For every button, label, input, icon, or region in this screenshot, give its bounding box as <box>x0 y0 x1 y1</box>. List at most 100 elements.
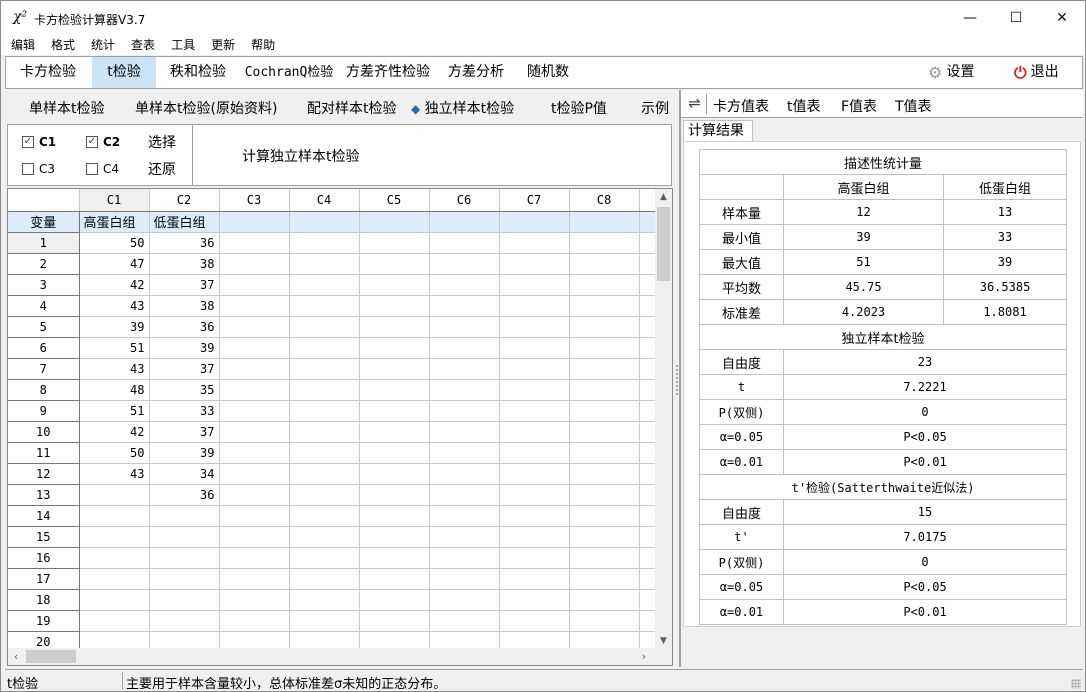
resize-grip-icon[interactable] <box>1071 679 1081 689</box>
data-cell-c7[interactable] <box>499 463 570 485</box>
menu-format[interactable]: 格式 <box>41 35 81 55</box>
data-cell-c2[interactable] <box>149 526 220 548</box>
variable-name-cell[interactable] <box>569 211 640 233</box>
menu-tools[interactable]: 工具 <box>161 35 201 55</box>
subtab-independent-t[interactable]: ◆ 独立样本t检验 <box>411 98 514 118</box>
data-cell-c6[interactable] <box>429 421 500 443</box>
data-cell-c1[interactable]: 50 <box>79 442 150 464</box>
column-header-c3[interactable]: C3 <box>219 189 290 212</box>
data-cell-c2[interactable] <box>149 568 220 590</box>
menu-lookup-table[interactable]: 查表 <box>121 35 161 55</box>
row-header[interactable]: 10 <box>8 421 80 443</box>
data-cell-c7[interactable] <box>499 442 570 464</box>
subtab-t-p-value[interactable]: t检验P值 <box>551 98 607 118</box>
data-cell-c1[interactable]: 47 <box>79 253 150 275</box>
data-cell-c8[interactable] <box>569 526 640 548</box>
data-cell-c3[interactable] <box>219 610 290 632</box>
data-cell-c3[interactable] <box>219 484 290 506</box>
data-cell-c6[interactable] <box>429 547 500 569</box>
data-cell-c6[interactable] <box>429 568 500 590</box>
tab-cochran-q[interactable]: CochranQ检验 <box>240 57 338 88</box>
data-cell-c3[interactable] <box>219 547 290 569</box>
scroll-right-icon[interactable]: › <box>636 648 652 665</box>
data-cell-c4[interactable] <box>289 295 360 317</box>
data-cell-c7[interactable] <box>499 295 570 317</box>
data-cell-c7[interactable] <box>499 274 570 296</box>
settings-button[interactable]: ⚙ 设置 <box>928 57 974 88</box>
data-cell-c4[interactable] <box>289 379 360 401</box>
data-cell-c6[interactable] <box>429 484 500 506</box>
scroll-left-icon[interactable]: ‹ <box>8 648 24 665</box>
data-cell-c8[interactable] <box>569 421 640 443</box>
data-cell-c2[interactable]: 33 <box>149 400 220 422</box>
data-cell-c4[interactable] <box>289 442 360 464</box>
data-cell-c2[interactable]: 36 <box>149 232 220 254</box>
data-cell-c2[interactable] <box>149 547 220 569</box>
column-header-c7[interactable]: C7 <box>499 189 570 212</box>
column-header-c2[interactable]: C2 <box>149 189 220 212</box>
data-cell-c7[interactable] <box>499 568 570 590</box>
data-cell-c5[interactable] <box>359 505 430 527</box>
tab-f-table[interactable]: F值表 <box>841 96 877 116</box>
column-header-c8[interactable]: C8 <box>569 189 640 212</box>
data-cell-c3[interactable] <box>219 358 290 380</box>
horizontal-scrollbar[interactable]: ‹ › <box>8 648 672 665</box>
data-cell-c3[interactable] <box>219 295 290 317</box>
data-cell-c1[interactable]: 43 <box>79 295 150 317</box>
data-cell-c6[interactable] <box>429 463 500 485</box>
data-cell-c6[interactable] <box>429 442 500 464</box>
data-cell-c6[interactable] <box>429 337 500 359</box>
row-header[interactable]: 5 <box>8 316 80 338</box>
data-cell-c3[interactable] <box>219 568 290 590</box>
data-cell-c1[interactable]: 51 <box>79 400 150 422</box>
data-cell-c7[interactable] <box>499 589 570 611</box>
data-cell-c7[interactable] <box>499 421 570 443</box>
checkbox-c3[interactable]: C3 <box>22 162 55 176</box>
data-cell-c5[interactable] <box>359 253 430 275</box>
data-cell-c8[interactable] <box>569 568 640 590</box>
subtab-paired-t[interactable]: 配对样本t检验 <box>307 98 397 118</box>
tab-t-table[interactable]: t值表 <box>787 96 821 116</box>
row-header[interactable]: 8 <box>8 379 80 401</box>
column-header-c4[interactable]: C4 <box>289 189 360 212</box>
subtab-one-sample-t[interactable]: 单样本t检验 <box>29 98 105 118</box>
row-header[interactable]: 7 <box>8 358 80 380</box>
data-cell-c1[interactable] <box>79 547 150 569</box>
data-cell-c3[interactable] <box>219 253 290 275</box>
tab-homogeneity-of-variance[interactable]: 方差齐性检验 <box>342 57 434 88</box>
data-cell-c1[interactable]: 43 <box>79 358 150 380</box>
data-cell-c2[interactable]: 38 <box>149 253 220 275</box>
data-cell-c5[interactable] <box>359 379 430 401</box>
data-cell-c4[interactable] <box>289 358 360 380</box>
data-cell-c2[interactable]: 37 <box>149 421 220 443</box>
data-cell-c7[interactable] <box>499 358 570 380</box>
scroll-up-icon[interactable]: ▲ <box>655 189 672 205</box>
variable-name-cell[interactable] <box>359 211 430 233</box>
checkbox-c2[interactable]: ✓ C2 <box>86 135 120 149</box>
column-header-c6[interactable]: C6 <box>429 189 500 212</box>
data-cell-c5[interactable] <box>359 589 430 611</box>
row-header[interactable]: 19 <box>8 610 80 632</box>
data-cell-c5[interactable] <box>359 295 430 317</box>
calculate-independent-t-button[interactable]: 计算独立样本t检验 <box>242 146 360 166</box>
data-cell-c2[interactable]: 36 <box>149 484 220 506</box>
data-cell-c6[interactable] <box>429 232 500 254</box>
data-cell-c3[interactable] <box>219 421 290 443</box>
variable-name-cell[interactable]: 低蛋白组 <box>149 211 220 233</box>
data-cell-c2[interactable]: 38 <box>149 295 220 317</box>
data-cell-c3[interactable] <box>219 400 290 422</box>
data-cell-c4[interactable] <box>289 400 360 422</box>
data-cell-c1[interactable] <box>79 526 150 548</box>
data-cell-c5[interactable] <box>359 463 430 485</box>
data-cell-c7[interactable] <box>499 337 570 359</box>
data-cell-c3[interactable] <box>219 463 290 485</box>
tab-calculation-results[interactable]: 计算结果 <box>683 120 753 142</box>
tab-big-t-table[interactable]: T值表 <box>895 96 932 116</box>
column-header-c5[interactable]: C5 <box>359 189 430 212</box>
tab-anova[interactable]: 方差分析 <box>440 57 512 88</box>
data-cell-c6[interactable] <box>429 274 500 296</box>
menu-update[interactable]: 更新 <box>201 35 241 55</box>
data-cell-c4[interactable] <box>289 610 360 632</box>
row-header[interactable]: 2 <box>8 253 80 275</box>
variable-name-cell[interactable] <box>219 211 290 233</box>
